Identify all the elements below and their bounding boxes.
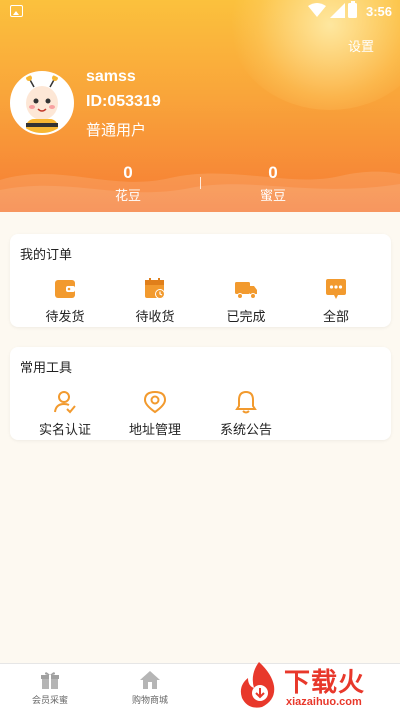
tool-address[interactable]: 地址管理 — [110, 389, 200, 438]
cell-signal-icon — [330, 3, 345, 18]
order-completed[interactable]: 已完成 — [201, 276, 291, 325]
status-bar: 3:56 — [0, 0, 400, 24]
stat-huadou-value: 0 — [123, 163, 133, 182]
tool-announcement-label: 系统公告 — [219, 423, 272, 438]
tools-title: 常用工具 — [20, 361, 73, 376]
stat-huadou-label: 花豆 — [114, 189, 141, 204]
bell-icon — [235, 390, 257, 414]
chat-dots-icon — [326, 279, 346, 299]
tool-address-label: 地址管理 — [128, 423, 181, 438]
orders-card: 我的订单 待发货 待收货 已完成 全部 — [10, 234, 391, 327]
settings-button[interactable]: 设置 — [348, 36, 374, 55]
wifi-icon — [308, 3, 326, 17]
tool-real-name-label: 实名认证 — [38, 423, 91, 438]
flame-logo-icon — [240, 662, 275, 708]
home-icon — [140, 671, 160, 689]
gift-icon — [41, 672, 59, 689]
profile-header: 3:56 设置 samss ID:053319 普通用户 0 花豆 0 蜜豆 — [0, 0, 400, 212]
avatar[interactable] — [10, 71, 74, 135]
order-all[interactable]: 全部 — [291, 276, 381, 325]
nav-member[interactable]: 会员采蜜 — [10, 669, 90, 706]
orders-title: 我的订单 — [20, 248, 73, 263]
user-check-icon — [54, 391, 76, 414]
stat-midou-value: 0 — [268, 163, 278, 182]
stat-huadou[interactable]: 0 花豆 — [68, 163, 188, 204]
tool-announcement[interactable]: 系统公告 — [201, 389, 291, 438]
watermark: 下载火 xiazaihuo.com — [232, 660, 400, 711]
location-pin-icon — [143, 390, 167, 414]
bee-avatar-icon — [12, 73, 72, 133]
order-pending-receive[interactable]: 待收货 — [110, 276, 200, 325]
tools-card: 常用工具 实名认证 地址管理 系统公告 — [10, 347, 391, 440]
battery-icon — [348, 1, 357, 18]
truck-icon — [235, 282, 257, 299]
nav-member-label: 会员采蜜 — [31, 696, 68, 706]
username: samss — [86, 68, 136, 85]
stat-midou-label: 蜜豆 — [259, 189, 286, 204]
image-notification-icon — [10, 5, 23, 17]
wallet-icon — [55, 280, 75, 298]
user-id: ID:053319 — [86, 93, 161, 110]
order-completed-label: 已完成 — [226, 310, 266, 325]
status-time: 3:56 — [366, 4, 393, 19]
tool-real-name[interactable]: 实名认证 — [20, 389, 110, 438]
nav-mall-label: 购物商城 — [131, 696, 168, 706]
stat-divider — [200, 177, 201, 189]
order-pending-receive-label: 待收货 — [135, 310, 175, 325]
user-type: 普通用户 — [86, 121, 147, 139]
watermark-url: xiazaihuo.com — [286, 696, 362, 708]
stat-midou[interactable]: 0 蜜豆 — [213, 163, 333, 204]
calendar-clock-icon — [145, 278, 165, 299]
watermark-title: 下载火 — [284, 668, 366, 698]
order-pending-ship-label: 待发货 — [45, 310, 85, 325]
order-all-label: 全部 — [322, 310, 349, 325]
order-pending-ship[interactable]: 待发货 — [20, 276, 110, 325]
nav-mall[interactable]: 购物商城 — [110, 669, 190, 706]
